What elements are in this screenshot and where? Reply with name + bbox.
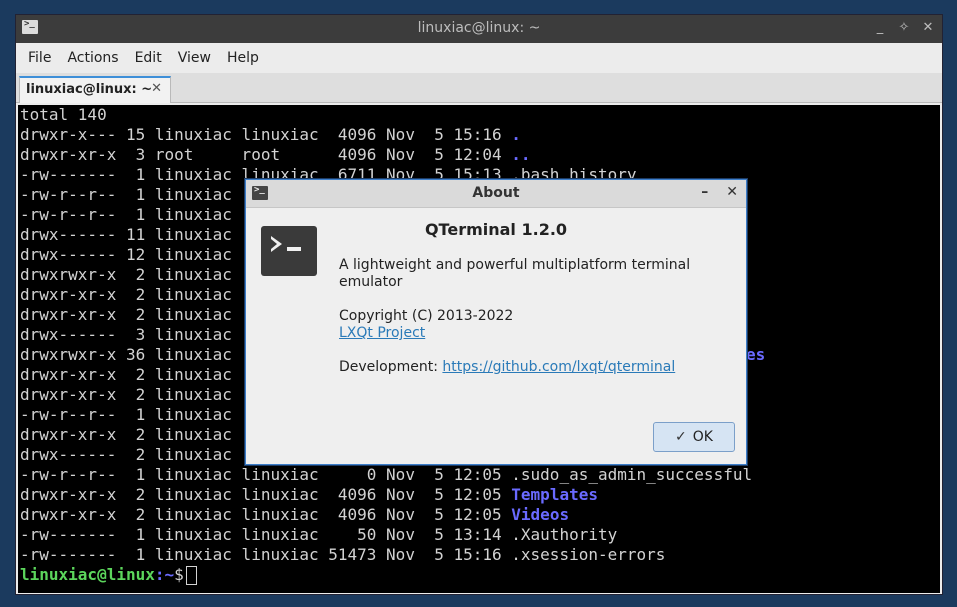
about-dialog: About – ✕ QTerminal 1.2.0 A lightweight …: [245, 179, 747, 465]
dir-name: Videos: [511, 505, 570, 524]
terminal-line: drwx------ 12 linuxiac: [20, 245, 232, 264]
check-icon: ✓: [675, 429, 687, 445]
tab-bar: linuxiac@linux: ~ ✕: [16, 73, 942, 103]
terminal-line: drwx------ 2 linuxiac: [20, 445, 232, 464]
terminal-line: drwx------ 11 linuxiac: [20, 225, 232, 244]
tab-label: linuxiac@linux: ~: [26, 82, 153, 97]
terminal-line: drwxr-x--- 15 linuxiac linuxiac 4096 Nov…: [20, 125, 521, 144]
copyright-text: Copyright (C) 2013-2022: [339, 308, 514, 324]
minimize-icon[interactable]: –: [701, 184, 708, 200]
terminal-line: drwxr-xr-x 2 linuxiac: [20, 285, 232, 304]
development-label: Development:: [339, 359, 443, 375]
prompt-symbol: $: [174, 565, 184, 584]
prompt-line[interactable]: linuxiac@linux:~$: [20, 565, 197, 585]
project-link-row: LXQt Project: [339, 325, 719, 342]
development-link[interactable]: https://github.com/lxqt/qterminal: [442, 359, 675, 375]
terminal-line: -rw------- 1 linuxiac linuxiac 50 Nov 5 …: [20, 525, 618, 544]
terminal-line: drwxr-xr-x 2 linuxiac: [20, 305, 232, 324]
title-bar[interactable]: linuxiac@linux: ~ _ ✧ ✕: [16, 15, 942, 43]
terminal-line: drwxrwxr-x 2 linuxiac: [20, 265, 232, 284]
window-title: linuxiac@linux: ~: [417, 20, 541, 36]
development-row: Development: https://github.com/lxqt/qte…: [339, 359, 719, 376]
terminal-line: drwxr-xr-x 2 linuxiac: [20, 385, 232, 404]
prompt-user: linuxiac@linux: [20, 565, 155, 584]
dialog-title: About: [472, 185, 520, 201]
terminal-line: drwxr-xr-x 2 linuxiac: [20, 365, 232, 384]
maximize-icon[interactable]: ✧: [898, 20, 910, 35]
tab-terminal[interactable]: linuxiac@linux: ~ ✕: [19, 76, 171, 103]
text-cursor: [185, 566, 197, 585]
dir-name: .: [511, 125, 521, 144]
terminal-line: total 140: [20, 105, 107, 124]
project-link[interactable]: LXQt Project: [339, 325, 425, 341]
menu-actions[interactable]: Actions: [59, 50, 126, 66]
menu-file[interactable]: File: [20, 50, 59, 66]
terminal-line: drwxr-xr-x 2 linuxiac linuxiac 4096 Nov …: [20, 505, 570, 524]
ok-button[interactable]: ✓ OK: [653, 422, 735, 452]
terminal-line: drwxr-xr-x 3 root root 4096 Nov 5 12:04 …: [20, 145, 531, 164]
dir-name: Templates: [511, 485, 598, 504]
tab-close-icon[interactable]: ✕: [151, 81, 162, 96]
partial-dir-name: es: [746, 345, 766, 364]
menu-edit[interactable]: Edit: [127, 50, 170, 66]
terminal-line: drwxrwxr-x 36 linuxiac: [20, 345, 232, 364]
prompt-path: :~: [154, 565, 175, 584]
terminal-line: drwxr-xr-x 2 linuxiac: [20, 425, 232, 444]
terminal-line: -rw------- 1 linuxiac linuxiac 51473 Nov…: [20, 545, 666, 564]
minimize-icon[interactable]: _: [874, 20, 886, 35]
ok-label: OK: [692, 429, 713, 445]
terminal-line: -rw-r--r-- 1 linuxiac: [20, 405, 232, 424]
app-version-heading: QTerminal 1.2.0: [424, 220, 568, 239]
terminal-line: drwx------ 3 linuxiac: [20, 325, 232, 344]
menu-help[interactable]: Help: [219, 50, 267, 66]
terminal-line: -rw-r--r-- 1 linuxiac: [20, 185, 232, 204]
menu-bar: File Actions Edit View Help: [16, 43, 942, 73]
terminal-line: drwxr-xr-x 2 linuxiac linuxiac 4096 Nov …: [20, 485, 598, 504]
close-icon[interactable]: ✕: [922, 20, 934, 35]
terminal-line: -rw-r--r-- 1 linuxiac: [20, 205, 232, 224]
dialog-title-bar[interactable]: About – ✕: [246, 180, 746, 208]
app-description: A lightweight and powerful multiplatform…: [339, 257, 691, 290]
dir-name: ..: [511, 145, 531, 164]
terminal-line: -rw-r--r-- 1 linuxiac linuxiac 0 Nov 5 1…: [20, 465, 753, 484]
dialog-controls: – ✕: [701, 184, 738, 200]
window-controls: _ ✧ ✕: [874, 20, 934, 35]
close-icon[interactable]: ✕: [726, 184, 738, 200]
menu-view[interactable]: View: [170, 50, 219, 66]
